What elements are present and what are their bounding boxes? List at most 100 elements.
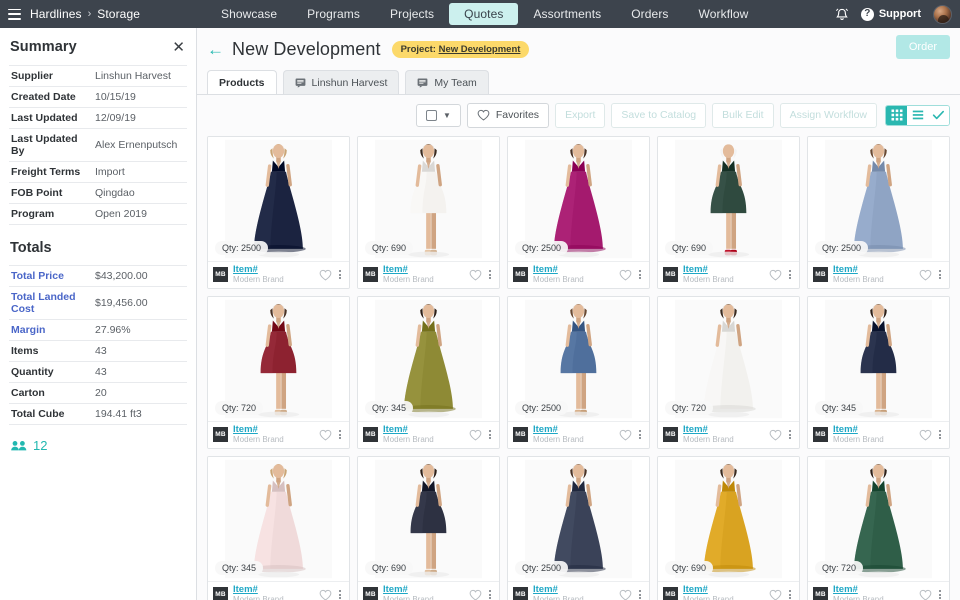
notification-bell-icon[interactable] [835,7,849,22]
kebab-menu-icon[interactable] [787,268,793,282]
kebab-menu-icon[interactable] [337,588,343,600]
kebab-menu-icon[interactable] [337,268,343,282]
product-image[interactable]: Qty: 720 [658,296,799,421]
kebab-menu-icon[interactable] [337,428,343,442]
heart-icon[interactable] [469,429,482,441]
total-key-total-price[interactable]: Total Price [9,266,93,287]
menu-item-assortments[interactable]: Assortments [518,3,616,25]
product-image[interactable]: Qty: 2500 [508,136,649,261]
product-image[interactable]: Qty: 2500 [508,296,649,421]
menu-item-workflow[interactable]: Workflow [684,3,764,25]
heart-icon[interactable] [469,269,482,281]
kebab-menu-icon[interactable] [487,588,493,600]
heart-icon[interactable] [319,589,332,600]
kebab-menu-icon[interactable] [937,588,943,600]
favorites-button[interactable]: Favorites [466,103,550,128]
heart-icon[interactable] [619,429,632,441]
product-image[interactable]: Qty: 690 [358,136,499,261]
kebab-menu-icon[interactable] [787,428,793,442]
heart-icon[interactable] [769,269,782,281]
heart-icon[interactable] [769,429,782,441]
item-link[interactable]: Item# [383,584,464,595]
export-button[interactable]: Export [555,103,606,128]
project-badge-name[interactable]: New Development [439,44,521,55]
heart-icon[interactable] [619,589,632,600]
breadcrumb-current[interactable]: Storage [97,7,140,21]
product-card[interactable]: Qty: 690 MB Item# Modern Brand [357,455,500,600]
item-link[interactable]: Item# [833,424,914,435]
item-link[interactable]: Item# [383,424,464,435]
list-view-icon[interactable] [907,105,928,125]
tab-products[interactable]: Products [207,70,277,95]
product-image[interactable]: Qty: 2500 [508,456,649,581]
heart-icon[interactable] [919,429,932,441]
product-image[interactable]: Qty: 345 [208,456,349,581]
item-link[interactable]: Item# [683,264,764,275]
grid-view-icon[interactable] [886,105,907,125]
breadcrumb-root[interactable]: Hardlines [30,7,82,21]
order-button[interactable]: Order [895,35,950,59]
item-link[interactable]: Item# [233,424,314,435]
product-card[interactable]: Qty: 2500 MB Item# Modern Brand [807,135,950,289]
product-card[interactable]: Qty: 345 MB Item# Modern Brand [207,455,350,600]
assign-workflow-button[interactable]: Assign Workflow [779,103,877,128]
heart-icon[interactable] [919,589,932,600]
product-card[interactable]: Qty: 720 MB Item# Modern Brand [207,295,350,449]
kebab-menu-icon[interactable] [637,588,643,600]
back-arrow-icon[interactable]: ← [207,41,224,58]
project-badge[interactable]: Project: New Development [391,41,530,58]
product-card[interactable]: Qty: 345 MB Item# Modern Brand [807,295,950,449]
heart-icon[interactable] [319,429,332,441]
item-link[interactable]: Item# [233,264,314,275]
item-link[interactable]: Item# [383,264,464,275]
tab-linshun-harvest[interactable]: Linshun Harvest [282,70,400,95]
item-link[interactable]: Item# [233,584,314,595]
product-card[interactable]: Qty: 2500 MB Item# Modern Brand [207,135,350,289]
product-card[interactable]: Qty: 690 MB Item# Modern Brand [657,455,800,600]
item-link[interactable]: Item# [833,584,914,595]
product-card[interactable]: Qty: 690 MB Item# Modern Brand [657,135,800,289]
heart-icon[interactable] [619,269,632,281]
product-image[interactable]: Qty: 720 [208,296,349,421]
tab-my-team[interactable]: My Team [405,70,489,95]
product-image[interactable]: Qty: 345 [358,296,499,421]
product-image[interactable]: Qty: 690 [658,456,799,581]
hamburger-menu-icon[interactable] [8,8,21,20]
product-card[interactable]: Qty: 720 MB Item# Modern Brand [657,295,800,449]
kebab-menu-icon[interactable] [787,588,793,600]
heart-icon[interactable] [919,269,932,281]
product-image[interactable]: Qty: 690 [358,456,499,581]
menu-item-programs[interactable]: Programs [292,3,375,25]
item-link[interactable]: Item# [833,264,914,275]
total-key-total-landed-cost[interactable]: Total Landed Cost [9,287,93,320]
product-image[interactable]: Qty: 2500 [808,136,949,261]
product-card[interactable]: Qty: 2500 MB Item# Modern Brand [507,135,650,289]
heart-icon[interactable] [319,269,332,281]
item-link[interactable]: Item# [683,584,764,595]
kebab-menu-icon[interactable] [637,268,643,282]
total-key-margin[interactable]: Margin [9,320,93,341]
kebab-menu-icon[interactable] [487,428,493,442]
support-button[interactable]: ? Support [860,7,921,21]
kebab-menu-icon[interactable] [937,268,943,282]
close-icon[interactable]: ✕ [171,40,186,55]
product-card[interactable]: Qty: 2500 MB Item# Modern Brand [507,455,650,600]
bulk-edit-button[interactable]: Bulk Edit [712,103,774,128]
item-link[interactable]: Item# [533,584,614,595]
check-view-icon[interactable] [928,105,949,125]
kebab-menu-icon[interactable] [937,428,943,442]
product-image[interactable]: Qty: 690 [658,136,799,261]
product-card[interactable]: Qty: 690 MB Item# Modern Brand [357,135,500,289]
menu-item-orders[interactable]: Orders [616,3,683,25]
save-to-catalog-button[interactable]: Save to Catalog [611,103,707,128]
product-image[interactable]: Qty: 345 [808,296,949,421]
select-all-dropdown[interactable]: ▼ [415,103,461,127]
product-card[interactable]: Qty: 720 MB Item# Modern Brand [807,455,950,600]
heart-icon[interactable] [469,589,482,600]
item-link[interactable]: Item# [683,424,764,435]
user-avatar[interactable] [933,4,952,24]
product-image[interactable]: Qty: 720 [808,456,949,581]
kebab-menu-icon[interactable] [487,268,493,282]
item-link[interactable]: Item# [533,424,614,435]
product-card[interactable]: Qty: 345 MB Item# Modern Brand [357,295,500,449]
